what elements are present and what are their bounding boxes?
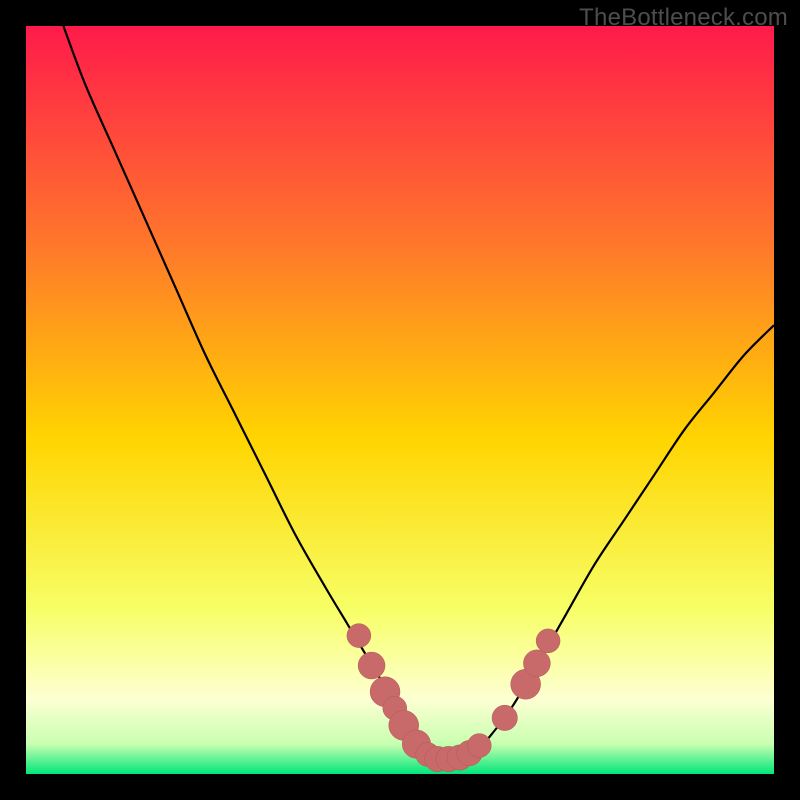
curve-marker [347,624,371,648]
bottleneck-chart [26,26,774,774]
plot-area [26,26,774,774]
curve-marker [467,734,491,758]
curve-marker [523,650,550,677]
curve-marker [358,652,385,679]
curve-marker [536,629,560,653]
curve-marker [492,705,517,730]
chart-frame: TheBottleneck.com [0,0,800,800]
gradient-bg [26,26,774,774]
watermark-text: TheBottleneck.com [579,4,788,32]
